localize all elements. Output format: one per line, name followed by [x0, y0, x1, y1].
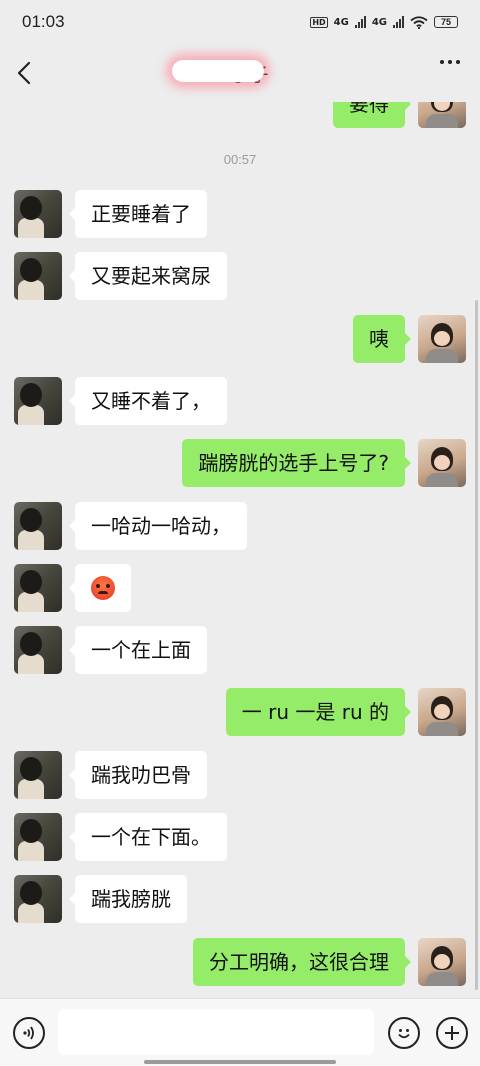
message-row: 要得 — [0, 102, 480, 128]
avatar-face — [434, 704, 450, 719]
avatar-hair — [20, 383, 42, 407]
avatar-body — [18, 280, 44, 300]
avatar-hair — [20, 196, 42, 220]
message-bubble[interactable]: 一哈动一哈动， — [69, 502, 247, 550]
avatar-body — [426, 722, 458, 736]
message-bubble[interactable]: 咦 — [353, 315, 411, 363]
message-bubble[interactable]: 又睡不着了， — [69, 377, 227, 425]
network-label-1: 4G — [333, 16, 349, 28]
timestamp: 00:57 — [223, 152, 257, 167]
message-row: 踹膀胱的选手上号了? — [0, 439, 480, 487]
signal-icon — [354, 16, 366, 28]
contact-avatar[interactable] — [14, 875, 62, 923]
status-time: 01:03 — [22, 12, 65, 31]
message-row: 分工明确，这很合理 — [0, 938, 480, 986]
my-avatar[interactable] — [418, 688, 466, 736]
hd-badge: HD — [310, 16, 328, 28]
avatar-hair — [20, 757, 42, 781]
emoji-message-bubble[interactable] — [69, 564, 131, 612]
status-icons: HD 4G 4G 75 — [310, 15, 458, 29]
message-row: 踹我膀胱 — [0, 875, 480, 923]
plus-icon — [445, 1026, 459, 1040]
message-bubble[interactable]: 踹我膀胱 — [69, 875, 187, 923]
more-dot — [448, 60, 452, 64]
message-bubble[interactable]: 又要起来窝尿 — [69, 252, 227, 300]
more-button[interactable] — [440, 60, 460, 64]
emoji-button[interactable] — [388, 1017, 420, 1049]
avatar-face — [434, 331, 450, 346]
message-bubble[interactable]: 要得 — [333, 102, 411, 128]
avatar-body — [426, 349, 458, 363]
message-row: 又要起来窝尿 — [0, 252, 480, 300]
home-indicator[interactable] — [144, 1060, 336, 1064]
contact-avatar[interactable] — [14, 190, 62, 238]
avatar-hair — [20, 570, 42, 594]
avatar-body — [18, 530, 44, 550]
avatar-hair — [20, 258, 42, 282]
my-avatar[interactable] — [418, 102, 466, 128]
message-row: 正要睡着了 — [0, 190, 480, 238]
message-bubble[interactable]: 正要睡着了 — [69, 190, 207, 238]
message-input[interactable] — [58, 1009, 374, 1055]
message-bubble[interactable]: 一 ru 一是 ru 的 — [225, 688, 412, 736]
emoji-icon — [398, 1029, 410, 1039]
avatar-body — [18, 218, 44, 238]
message-row: 一 ru 一是 ru 的 — [0, 688, 480, 736]
title-redaction — [172, 60, 264, 82]
chat-header: 二了子 — [0, 44, 480, 102]
more-dots-icon — [440, 60, 444, 64]
message-bubble[interactable]: 踹我叻巴骨 — [69, 751, 207, 799]
message-row: 一个在下面。 — [0, 813, 480, 861]
message-row: 踹我叻巴骨 — [0, 751, 480, 799]
network-label-2: 4G — [371, 16, 387, 28]
contact-avatar[interactable] — [14, 564, 62, 612]
contact-avatar[interactable] — [14, 377, 62, 425]
contact-avatar[interactable] — [14, 252, 62, 300]
battery-icon: 75 — [434, 16, 458, 28]
avatar-hair — [20, 881, 42, 905]
avatar-body — [18, 779, 44, 799]
status-bar: 01:03 HD 4G 4G 75 — [0, 0, 480, 44]
avatar-body — [18, 841, 44, 861]
my-avatar[interactable] — [418, 938, 466, 986]
avatar-body — [18, 903, 44, 923]
my-avatar[interactable] — [418, 439, 466, 487]
my-avatar[interactable] — [418, 315, 466, 363]
avatar-body — [426, 114, 458, 128]
angry-face-icon — [91, 575, 115, 600]
avatar-hair — [20, 819, 42, 843]
contact-avatar[interactable] — [14, 626, 62, 674]
message-list[interactable]: 要得 00:57 正要睡着了又要起来窝尿咦又睡不着了， 踹膀胱的选手上号了? 一哈动… — [0, 102, 480, 998]
more-dot — [456, 60, 460, 64]
avatar-hair — [20, 508, 42, 532]
message-bubble[interactable]: 分工明确，这很合理 — [193, 938, 411, 986]
input-bar — [0, 998, 480, 1066]
message-bubble[interactable]: 踹膀胱的选手上号了? — [182, 439, 411, 487]
avatar-hair — [20, 632, 42, 656]
voice-icon — [23, 1026, 34, 1040]
contact-avatar[interactable] — [14, 751, 62, 799]
avatar-body — [18, 405, 44, 425]
wifi-icon — [410, 15, 428, 29]
message-row: 一个在上面 — [0, 626, 480, 674]
scrollbar[interactable] — [475, 300, 478, 990]
contact-avatar[interactable] — [14, 502, 62, 550]
message-row: 咦 — [0, 315, 480, 363]
avatar-body — [18, 592, 44, 612]
avatar-face — [434, 455, 450, 470]
avatar-body — [426, 473, 458, 487]
message-row: 一哈动一哈动， — [0, 502, 480, 550]
message-row — [0, 564, 480, 612]
message-row: 又睡不着了， — [0, 377, 480, 425]
avatar-face — [434, 954, 450, 969]
contact-avatar[interactable] — [14, 813, 62, 861]
plus-button[interactable] — [436, 1017, 468, 1049]
signal-icon-2 — [393, 16, 404, 28]
avatar-body — [426, 972, 458, 986]
avatar-body — [18, 654, 44, 674]
message-bubble[interactable]: 一个在上面 — [69, 626, 207, 674]
voice-button[interactable] — [13, 1017, 45, 1049]
message-bubble[interactable]: 一个在下面。 — [69, 813, 227, 861]
